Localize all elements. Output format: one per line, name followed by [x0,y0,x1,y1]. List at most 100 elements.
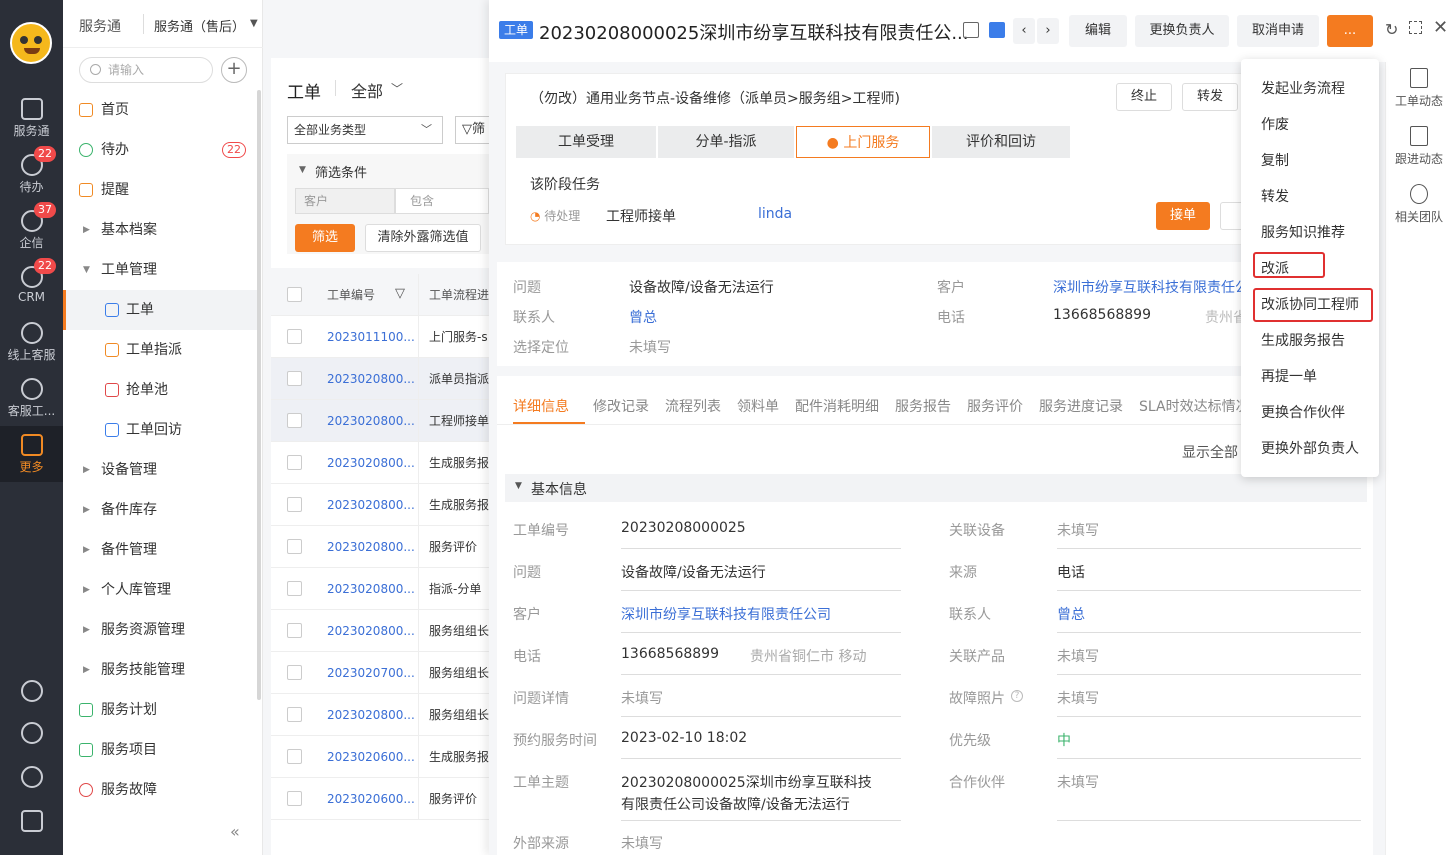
row-checkbox[interactable] [287,413,302,428]
collapse-icon[interactable]: « [230,822,240,841]
order-no-link[interactable]: 2023020800... [327,610,415,652]
nav-item-revisit[interactable]: 工单回访 [63,410,258,450]
condition-field[interactable]: 客户 [295,188,395,214]
select-all-checkbox[interactable] [287,287,302,302]
field-value[interactable]: 深圳市纷享互联科技有限责任公司 [621,604,831,624]
nav-item-archives[interactable]: ▶ 基本档案 [63,210,258,250]
clear-filter-button[interactable]: 清除外露筛选值 [365,224,481,252]
stop-button[interactable]: 终止 [1116,83,1172,111]
row-checkbox[interactable] [287,707,302,722]
order-no-link[interactable]: 2023020800... [327,358,415,400]
row-checkbox[interactable] [287,371,302,386]
chevron-down-icon[interactable]: ﹀ [391,80,403,97]
nav-item-resource[interactable]: ▶ 服务资源管理 [63,610,258,650]
task-user[interactable]: linda [758,206,792,222]
tab-0[interactable]: 详细信息 [513,396,569,416]
row-checkbox[interactable] [287,665,302,680]
nav-search-input[interactable]: 请输入 [79,57,213,83]
scope-select[interactable]: 全部 [351,78,383,102]
rail-item-kefu[interactable]: 客服工... [0,378,63,419]
settings-icon[interactable] [21,722,43,744]
table-row[interactable]: 2023020800... 生成服务报 [271,484,511,526]
order-no-link[interactable]: 2023020800... [327,442,415,484]
order-no-link[interactable]: 2023020800... [327,568,415,610]
related-team-button[interactable]: 相关团队 [1386,184,1451,225]
row-checkbox[interactable] [287,791,302,806]
table-row[interactable]: 2023020800... 服务组组长 [271,610,511,652]
order-no-link[interactable]: 2023020600... [327,778,415,820]
help-icon[interactable]: ? [1011,690,1023,702]
tab-2[interactable]: 流程列表 [665,396,721,416]
table-row[interactable]: 2023011100... 上门服务-s [271,316,511,358]
menu-item-8[interactable]: 再提一单 [1261,366,1317,386]
order-no-link[interactable]: 2023020800... [327,400,415,442]
condition-operator[interactable]: 包含 [395,188,489,214]
followup-activity-button[interactable]: 跟进动态 [1386,126,1451,167]
table-row[interactable]: 2023020800... 工程师接单 [271,400,511,442]
lock-icon[interactable] [963,22,979,38]
more-actions-button[interactable]: ... [1327,15,1373,47]
row-checkbox[interactable] [287,329,302,344]
order-no-link[interactable]: 2023011100... [327,316,415,358]
summary-customer[interactable]: 深圳市纷享互联科技有限责任公 [1053,277,1249,297]
row-checkbox[interactable] [287,539,302,554]
table-row[interactable]: 2023020800... 生成服务报 [271,442,511,484]
table-row[interactable]: 2023020600... 服务评价 [271,778,511,820]
stage-assign[interactable]: 分单-指派 [658,126,794,158]
stage-onsite[interactable]: ● 上门服务 [796,126,930,158]
rail-item-fuwutong[interactable]: 服务通 [0,98,63,139]
nav-scrollbar[interactable] [257,90,261,700]
nav-item-todo[interactable]: 待办 22 [63,130,258,170]
nav-item-assign[interactable]: 工单指派 [63,330,258,370]
edit-button[interactable]: 编辑 [1069,15,1127,47]
tab-5[interactable]: 服务报告 [895,396,951,416]
table-row[interactable]: 2023020700... 服务组组长 [271,652,511,694]
order-activity-button[interactable]: 工单动态 [1386,68,1451,109]
rail-item-crm[interactable]: 22 CRM [0,258,63,304]
business-type-select[interactable]: 全部业务类型 [287,116,443,144]
nav-item-order[interactable]: 工单 [63,290,258,330]
order-no-link[interactable]: 2023020800... [327,484,415,526]
menu-item-3[interactable]: 转发 [1261,186,1289,206]
nav-item-parts-mgmt[interactable]: ▶ 备件管理 [63,530,258,570]
change-owner-button[interactable]: 更换负责人 [1135,15,1229,47]
forward-button[interactable]: 转发 [1182,83,1238,111]
row-checkbox[interactable] [287,455,302,470]
tab-1[interactable]: 修改记录 [593,396,649,416]
menu-item-2[interactable]: 复制 [1261,150,1289,170]
menu-item-0[interactable]: 发起业务流程 [1261,78,1345,98]
tab-7[interactable]: 服务进度记录 [1039,396,1123,416]
summary-contact[interactable]: 曾总 [629,307,657,327]
apply-filter-button[interactable]: 筛选 [295,224,355,252]
tab-6[interactable]: 服务评价 [967,396,1023,416]
table-row[interactable]: 2023020800... 服务评价 [271,526,511,568]
user-list-icon[interactable] [21,810,43,832]
app-logo[interactable] [10,22,52,64]
show-all-link[interactable]: 显示全部 [1182,442,1238,462]
nav-item-fault[interactable]: 服务故障 [63,770,258,810]
nav-item-device[interactable]: ▶ 设备管理 [63,450,258,490]
rail-item-online-service[interactable]: 线上客服 [0,322,63,363]
table-row[interactable]: 2023020800... 派单员指派 [271,358,511,400]
row-checkbox[interactable] [287,581,302,596]
rail-item-more[interactable]: 更多 [0,426,63,482]
menu-item-7[interactable]: 生成服务报告 [1261,330,1345,350]
accept-order-button[interactable]: 接单 [1156,202,1210,230]
next-button[interactable]: › [1037,18,1059,44]
add-icon[interactable]: + [221,57,247,83]
nav-item-project[interactable]: 服务项目 [63,730,258,770]
close-icon[interactable]: ✕ [1433,17,1448,38]
fullscreen-icon[interactable] [1409,21,1422,34]
menu-item-4[interactable]: 服务知识推荐 [1261,222,1345,242]
menu-item-9[interactable]: 更换合作伙伴 [1261,402,1345,422]
tab-4[interactable]: 配件消耗明细 [795,396,879,416]
nav-item-skill[interactable]: ▶ 服务技能管理 [63,650,258,690]
nav-item-order-mgmt[interactable]: ▼ 工单管理 [63,250,258,290]
row-checkbox[interactable] [287,749,302,764]
table-row[interactable]: 2023020800... 指派-分单 [271,568,511,610]
table-row[interactable]: 2023020600... 生成服务报 [271,736,511,778]
rail-item-todo[interactable]: 22 待办 [0,146,63,195]
cancel-request-button[interactable]: 取消申请 [1237,15,1319,47]
menu-item-1[interactable]: 作废 [1261,114,1289,134]
order-no-link[interactable]: 2023020700... [327,652,415,694]
